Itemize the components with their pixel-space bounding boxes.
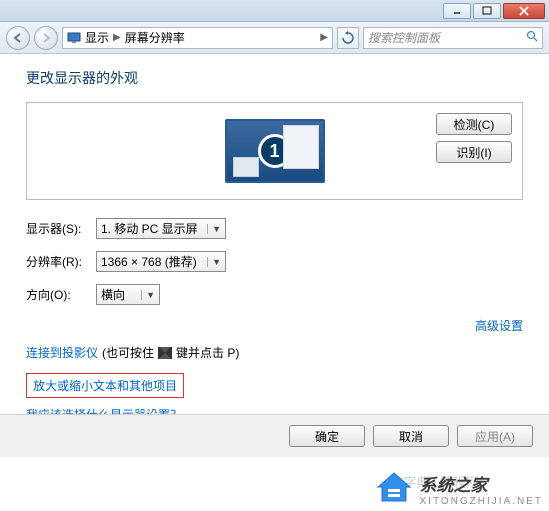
forward-button[interactable] <box>34 26 58 50</box>
projector-hint-before: (也可按住 <box>102 344 154 361</box>
chevron-down-icon: ▼ <box>207 257 221 267</box>
detect-button[interactable]: 检测(C) <box>436 113 512 135</box>
window-icon <box>283 125 319 169</box>
ok-button[interactable]: 确定 <box>289 425 365 447</box>
page-title: 更改显示器的外观 <box>26 68 523 88</box>
display-icon <box>67 31 81 45</box>
close-button[interactable] <box>503 3 545 19</box>
dialog-footer: 确定 取消 应用(A) <box>0 414 549 457</box>
projector-hint-after: 键并点击 P) <box>176 344 239 361</box>
windows-key-icon <box>158 347 172 359</box>
orientation-select[interactable]: 横向 ▼ <box>96 284 160 305</box>
watermark-sub: XITONGZHIJIA.NET <box>420 496 544 507</box>
apply-button: 应用(A) <box>457 425 533 447</box>
highlight-box: 放大或缩小文本和其他项目 <box>26 373 184 398</box>
content-area: 更改显示器的外观 1 检测(C) 识别(I) 显示器(S): 1. 移动 PC … <box>0 54 549 423</box>
desktop-icon <box>233 157 259 177</box>
cancel-button[interactable]: 取消 <box>373 425 449 447</box>
search-input[interactable]: 搜索控制面板 <box>363 27 543 49</box>
display-label: 显示器(S): <box>26 220 96 237</box>
breadcrumb-current[interactable]: 屏幕分辨率 <box>125 29 185 46</box>
window-titlebar <box>0 0 549 22</box>
identify-button[interactable]: 识别(I) <box>436 141 512 163</box>
refresh-button[interactable] <box>337 27 359 49</box>
maximize-button[interactable] <box>473 3 501 19</box>
resolution-value: 1366 × 768 (推荐) <box>101 253 197 270</box>
back-button[interactable] <box>6 26 30 50</box>
orientation-label: 方向(O): <box>26 286 96 303</box>
resolution-label: 分辨率(R): <box>26 253 96 270</box>
orientation-value: 横向 <box>101 286 125 303</box>
monitor-thumbnail[interactable]: 1 <box>225 119 325 183</box>
breadcrumb-root[interactable]: 显示 <box>85 29 109 46</box>
display-preview: 1 检测(C) 识别(I) <box>26 102 523 200</box>
chevron-down-icon: ▼ <box>141 290 155 300</box>
chevron-down-icon: ▼ <box>207 224 221 234</box>
text-size-link[interactable]: 放大或缩小文本和其他项目 <box>33 379 177 393</box>
search-placeholder: 搜索控制面板 <box>368 29 440 46</box>
home-icon <box>374 471 414 507</box>
resolution-select[interactable]: 1366 × 768 (推荐) ▼ <box>96 251 226 272</box>
breadcrumb[interactable]: 显示 ▶ 屏幕分辨率 ▶ <box>62 27 333 49</box>
watermark: 系统之家 XITONGZHIJIA.NET <box>374 471 544 507</box>
chevron-right-icon: ▶ <box>320 32 328 43</box>
display-value: 1. 移动 PC 显示屏 <box>101 220 198 237</box>
search-icon <box>526 30 538 45</box>
projector-link[interactable]: 连接到投影仪 <box>26 344 98 361</box>
minimize-button[interactable] <box>443 3 471 19</box>
display-select[interactable]: 1. 移动 PC 显示屏 ▼ <box>96 218 226 239</box>
projector-line: 连接到投影仪 (也可按住 键并点击 P) <box>26 344 523 361</box>
advanced-settings-link[interactable]: 高级设置 <box>475 319 523 333</box>
chevron-right-icon: ▶ <box>113 32 121 43</box>
watermark-title: 系统之家 <box>420 471 544 496</box>
address-bar: 显示 ▶ 屏幕分辨率 ▶ 搜索控制面板 <box>0 22 549 54</box>
